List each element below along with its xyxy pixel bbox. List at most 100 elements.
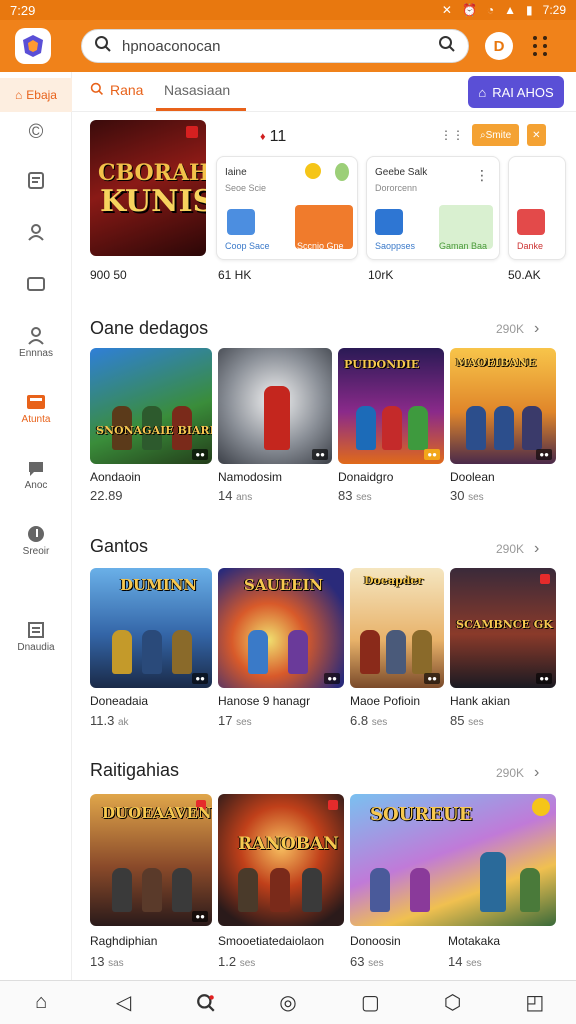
section-see-all[interactable]: 290K › xyxy=(496,764,539,782)
size-unit: ses xyxy=(239,958,256,969)
chevron-right-icon: › xyxy=(534,540,540,557)
search-icon xyxy=(90,82,104,99)
stat-value: 61 HK xyxy=(218,268,252,282)
menu-grid-icon[interactable] xyxy=(533,36,551,56)
size-value: 30 xyxy=(450,488,465,503)
game-tag: ●● xyxy=(312,449,328,460)
sidebar-item-8[interactable]: Sreoir xyxy=(0,522,72,557)
search-submit-icon[interactable] xyxy=(438,35,456,58)
game-tag: ●● xyxy=(192,449,208,460)
game-art-title: DUOEAAVEN xyxy=(102,804,212,822)
game-name[interactable]: Motakaka xyxy=(448,934,500,948)
main-content: Rana Nasasiaan ⌂ RAI AHOS CBORAH KUNIS ♦… xyxy=(72,72,576,980)
quick-card-3[interactable]: Danke xyxy=(508,156,566,260)
music-note-icon xyxy=(24,522,48,546)
game-thumbnail[interactable]: MAOEIBANE ●● xyxy=(450,348,556,464)
featured-actions: ⋮⋮ ⌕ Smite ✕ xyxy=(440,124,546,146)
game-thumbnail[interactable]: DUMINN ●● xyxy=(90,568,212,688)
wifi-icon: ◔ xyxy=(486,3,495,17)
sidebar-item-2[interactable] xyxy=(0,168,72,192)
sidebar-item-5[interactable]: Ennnas xyxy=(0,324,72,359)
cube-icon[interactable]: ⬡ xyxy=(433,983,473,1023)
game-thumbnail[interactable]: SCAMBNCE GK ●● xyxy=(450,568,556,688)
tab-search[interactable]: Rana xyxy=(90,82,143,99)
user-icon xyxy=(24,220,48,244)
sidebar-item-home[interactable]: ⌂ Ebaja xyxy=(0,78,72,112)
search-icon[interactable] xyxy=(186,983,226,1023)
size-value: 22.89 xyxy=(90,488,123,503)
app-logo-icon[interactable] xyxy=(15,28,51,64)
game-size: 11.3 ak xyxy=(90,713,129,728)
size-value: 1.2 xyxy=(218,954,237,969)
profile-avatar[interactable]: D xyxy=(485,32,513,60)
square-icon[interactable]: ▢ xyxy=(350,983,390,1023)
tab-secondary[interactable]: Nasasiaan xyxy=(164,82,230,98)
game-name[interactable]: Donaidgro xyxy=(338,470,393,484)
game-thumbnail[interactable]: ●● xyxy=(218,348,332,464)
more-vertical-icon[interactable]: ⋮ xyxy=(475,167,489,184)
game-art-title: PUIDONDIE xyxy=(344,358,420,371)
sidebar-item-9[interactable]: Dnaudia xyxy=(0,618,72,653)
game-name[interactable]: Doneadaia xyxy=(90,694,148,708)
game-name[interactable]: Maoe Pofioin xyxy=(350,694,420,708)
game-tag: ●● xyxy=(192,911,208,922)
game-name[interactable]: Raghdiphian xyxy=(90,934,157,948)
sidebar-top-label: Ebaja xyxy=(26,88,57,102)
share-icon[interactable]: ⋮⋮ xyxy=(440,128,464,142)
badge-icon xyxy=(540,574,550,584)
game-size: 83 ses xyxy=(338,488,372,503)
game-name[interactable]: Smooetiatedaiolaon xyxy=(218,934,324,948)
game-size: 14 ses xyxy=(448,954,482,969)
badge-icon xyxy=(328,800,338,810)
game-thumbnail[interactable]: PUIDONDIE ●● xyxy=(338,348,444,464)
search-bar[interactable]: hpnoaconocan xyxy=(81,29,469,63)
game-name[interactable]: Hanose 9 hanagr xyxy=(218,694,310,708)
game-name[interactable]: Aondaoin xyxy=(90,470,141,484)
featured-game-card[interactable]: CBORAH KUNIS xyxy=(90,120,206,256)
game-thumbnail[interactable]: Doeapder ●● xyxy=(350,568,444,688)
game-name[interactable]: Donoosin xyxy=(350,934,401,948)
game-art-title: SNONAGAIE BIAREAK xyxy=(96,424,212,437)
tile-label: Sccnio Gne xyxy=(297,241,344,251)
game-thumbnail[interactable]: SOUREUE xyxy=(350,794,556,926)
game-tag: ●● xyxy=(424,449,440,460)
smite-button[interactable]: ⌕ Smite xyxy=(472,124,520,146)
circle-icon[interactable]: ◎ xyxy=(268,983,308,1023)
section-see-all[interactable]: 290K › xyxy=(496,320,539,338)
close-icon[interactable]: ✕ xyxy=(527,124,546,146)
game-name[interactable]: Doolean xyxy=(450,470,495,484)
section-see-all[interactable]: 290K › xyxy=(496,540,539,558)
tile-label: Coop Sace xyxy=(225,241,270,251)
game-size: 6.8 ses xyxy=(350,713,387,728)
bell-icon: ⌂ xyxy=(478,84,487,100)
game-thumbnail[interactable]: SNONAGAIE BIAREAK ●● xyxy=(90,348,212,464)
window-icon[interactable]: ◰ xyxy=(515,983,555,1023)
coin-icon xyxy=(305,163,321,179)
back-icon[interactable]: ◁ xyxy=(103,983,143,1023)
sidebar-item-label: Dnaudia xyxy=(17,642,55,653)
quick-card-1[interactable]: Iaine Seoe Scie Coop Sace Sccnio Gne xyxy=(216,156,358,260)
sidebar-item-3[interactable] xyxy=(0,220,72,244)
tile-icon xyxy=(227,209,255,235)
cta-button[interactable]: ⌂ RAI AHOS xyxy=(468,76,564,108)
sidebar-item-6[interactable]: Atunta xyxy=(0,390,72,425)
sidebar-item-1[interactable]: © xyxy=(0,120,72,144)
game-name[interactable]: Namodosim xyxy=(218,470,282,484)
game-thumbnail[interactable]: SAUEEIN ●● xyxy=(218,568,344,688)
sidebar-item-7[interactable]: Anoc xyxy=(0,456,72,491)
size-unit: ses xyxy=(466,958,482,969)
search-input[interactable]: hpnoaconocan xyxy=(122,38,438,55)
home-icon[interactable]: ⌂ xyxy=(21,983,61,1023)
tablet-icon xyxy=(24,272,48,296)
status-time: 7:29 xyxy=(10,2,36,18)
game-thumbnail[interactable]: DUOEAAVEN ●● xyxy=(90,794,212,926)
game-tag: ●● xyxy=(536,449,552,460)
sidebar-item-4[interactable] xyxy=(0,272,72,296)
game-name[interactable]: Hank akian xyxy=(450,694,510,708)
tile-icon xyxy=(375,209,403,235)
quick-card-2[interactable]: Geebe Salk Dororcenn ⋮ Saoppses Gaman Ba… xyxy=(366,156,500,260)
tab-bar: Rana Nasasiaan ⌂ RAI AHOS xyxy=(72,72,576,112)
game-thumbnail[interactable]: RANOBAN xyxy=(218,794,344,926)
flame-icon: ♦ xyxy=(260,131,266,143)
emoji-icon xyxy=(532,798,550,816)
